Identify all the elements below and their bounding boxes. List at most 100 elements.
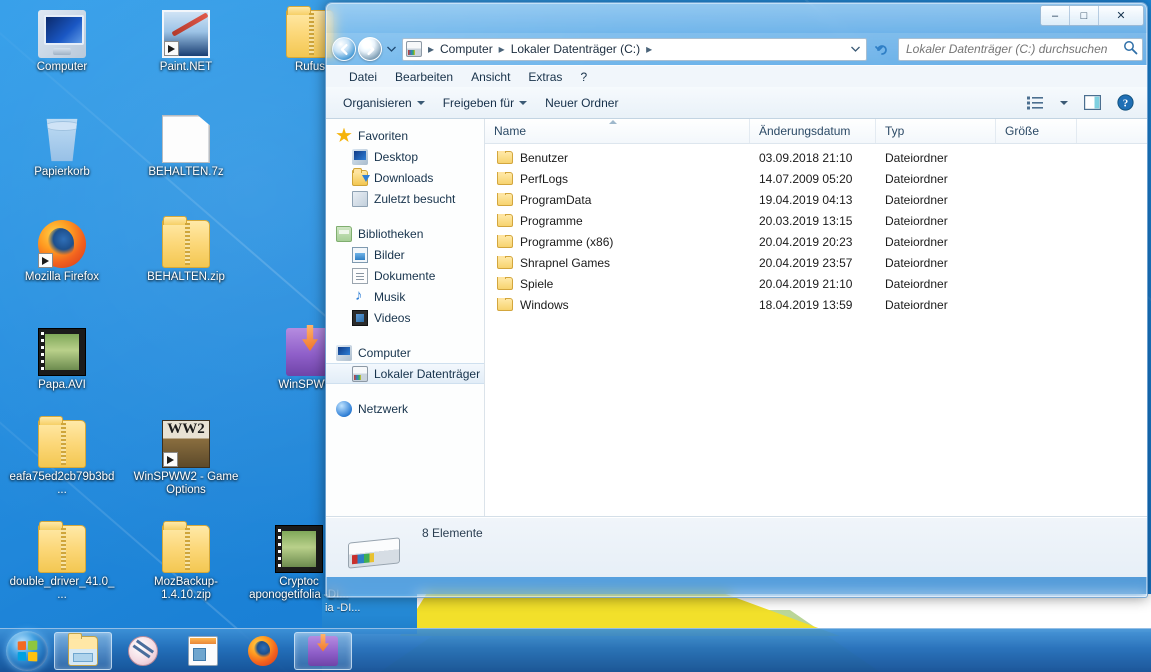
organize-button[interactable]: Organisieren [334, 92, 434, 114]
downloads-icon [352, 170, 368, 186]
sidebar-item-netzwerk[interactable]: Netzwerk [326, 398, 484, 419]
computer-icon [336, 345, 352, 361]
taskbar-snipping-tool[interactable] [114, 632, 172, 670]
explorer-window[interactable]: – □ ✕ ▸ Computer ▸ Lokaler Datenträger (… [325, 2, 1148, 598]
table-row[interactable]: Spiele20.04.2019 21:10Dateiordner [485, 273, 1147, 294]
back-button[interactable] [332, 37, 356, 61]
close-button[interactable]: ✕ [1099, 6, 1143, 25]
desktop-icon-archive-zip[interactable]: eafa75ed2cb79b3bd... [8, 420, 116, 497]
sidebar-item-videos[interactable]: Videos [326, 307, 484, 328]
desktop-icon-archive-zip[interactable]: MozBackup-1.4.10.zip [132, 525, 240, 602]
file-list[interactable]: Benutzer03.09.2018 21:10DateiordnerPerfL… [485, 144, 1147, 516]
taskbar-firefox[interactable] [234, 632, 292, 670]
sidebar-item-musik[interactable]: Musik [326, 286, 484, 307]
address-history-dropdown[interactable] [846, 39, 864, 60]
help-icon[interactable]: ? [1112, 90, 1139, 115]
desktop-icon-recycle-bin[interactable]: Papierkorb [8, 115, 116, 179]
column-header-size[interactable]: Größe [996, 119, 1077, 143]
table-row[interactable]: Shrapnel Games20.04.2019 23:57Dateiordne… [485, 252, 1147, 273]
search-box[interactable] [898, 38, 1143, 61]
file-name-cell: ProgramData [485, 193, 750, 207]
archive-zip-icon [38, 420, 86, 468]
menu-item-[interactable]: ? [571, 68, 596, 86]
desktop-icon-winspww2-game-options[interactable]: WinSPWW2 - Game Options [132, 420, 240, 497]
navigation-pane[interactable]: FavoritenDesktopDownloadsZuletzt besucht… [326, 119, 485, 516]
folder-icon [497, 214, 513, 227]
file-name-cell: Shrapnel Games [485, 256, 750, 270]
recent-pages-dropdown[interactable] [384, 37, 398, 61]
sidebar-item-lokalerdatentrger[interactable]: Lokaler Datenträger [326, 363, 484, 384]
view-mode-icon[interactable] [1022, 92, 1049, 114]
menu-item-bearbeiten[interactable]: Bearbeiten [386, 68, 462, 86]
desktop-icon-label: Computer [8, 61, 116, 74]
chevron-down-icon [417, 101, 425, 105]
desktop-icon-video-avi[interactable]: Papa.AVI [8, 328, 116, 392]
table-row[interactable]: ProgramData19.04.2019 04:13Dateiordner [485, 189, 1147, 210]
search-input[interactable] [906, 42, 1123, 56]
address-bar[interactable]: ▸ Computer ▸ Lokaler Datenträger (C:) ▸ [402, 38, 867, 61]
menu-item-extras[interactable]: Extras [519, 68, 571, 86]
taskbar-explorer[interactable] [54, 632, 112, 670]
desktop-icon-paint-net[interactable]: Paint.NET [132, 10, 240, 74]
folder-icon [497, 256, 513, 269]
taskbar-media[interactable] [174, 632, 232, 670]
column-header-date[interactable]: Änderungsdatum [750, 119, 876, 143]
minimize-button[interactable]: – [1041, 6, 1070, 25]
table-row[interactable]: Programme (x86)20.04.2019 20:23Dateiordn… [485, 231, 1147, 252]
sidebar-item-label: Videos [374, 311, 410, 325]
desktop-icon-archive-zip[interactable]: double_driver_41.0_... [8, 525, 116, 602]
taskbar-winspww2[interactable] [294, 632, 352, 670]
file-date-cell: 20.04.2019 21:10 [750, 277, 876, 291]
firefox-icon [248, 636, 278, 666]
breadcrumb-separator[interactable]: ▸ [495, 40, 509, 59]
column-header-filler[interactable] [1077, 119, 1147, 143]
view-mode-dropdown[interactable] [1055, 97, 1073, 109]
sidebar-item-bibliotheken[interactable]: Bibliotheken [326, 223, 484, 244]
table-row[interactable]: PerfLogs14.07.2009 05:20Dateiordner [485, 168, 1147, 189]
start-button[interactable] [6, 631, 48, 671]
desktop-icon-archive-7z[interactable]: BEHALTEN.7z [132, 115, 240, 179]
sidebar-item-dokumente[interactable]: Dokumente [326, 265, 484, 286]
column-header-name[interactable]: Name [485, 119, 750, 143]
file-type-cell: Dateiordner [876, 151, 996, 165]
sidebar-item-zuletztbesucht[interactable]: Zuletzt besucht [326, 188, 484, 209]
column-header-type[interactable]: Typ [876, 119, 996, 143]
share-with-button[interactable]: Freigeben für [434, 92, 536, 114]
music-icon [352, 289, 368, 305]
desktop-icon-computer[interactable]: Computer [8, 10, 116, 74]
chevron-down-icon [519, 101, 527, 105]
taskbar[interactable] [0, 628, 1151, 672]
new-folder-button[interactable]: Neuer Ordner [536, 92, 627, 114]
folder-icon [497, 235, 513, 248]
sidebar-item-computer[interactable]: Computer [326, 342, 484, 363]
preview-pane-icon[interactable] [1079, 91, 1106, 114]
refresh-button[interactable] [871, 38, 893, 61]
file-name-label: Programme [520, 214, 583, 228]
videos-icon [352, 310, 368, 326]
sidebar-item-label: Bilder [374, 248, 405, 262]
desktop-icon-label: Paint.NET [132, 61, 240, 74]
search-icon[interactable] [1123, 40, 1138, 58]
menu-item-datei[interactable]: Datei [340, 68, 386, 86]
table-row[interactable]: Programme20.03.2019 13:15Dateiordner [485, 210, 1147, 231]
breadcrumb-separator[interactable]: ▸ [642, 40, 656, 59]
breadcrumb-computer[interactable]: Computer [438, 40, 495, 59]
table-row[interactable]: Windows18.04.2019 13:59Dateiordner [485, 294, 1147, 315]
documents-icon [352, 268, 368, 284]
sidebar-item-desktop[interactable]: Desktop [326, 146, 484, 167]
chevron-down-icon [1060, 101, 1068, 105]
menu-item-ansicht[interactable]: Ansicht [462, 68, 519, 86]
window-titlebar[interactable]: – □ ✕ [326, 3, 1147, 33]
maximize-button[interactable]: □ [1070, 6, 1099, 25]
sidebar-item-bilder[interactable]: Bilder [326, 244, 484, 265]
sidebar-item-favoriten[interactable]: Favoriten [326, 125, 484, 146]
desktop-icon-firefox[interactable]: Mozilla Firefox [8, 220, 116, 284]
table-row[interactable]: Benutzer03.09.2018 21:10Dateiordner [485, 147, 1147, 168]
breadcrumb-local-disk[interactable]: Lokaler Datenträger (C:) [509, 40, 642, 59]
desktop-icon-archive-zip[interactable]: BEHALTEN.zip [132, 220, 240, 284]
breadcrumb-separator[interactable]: ▸ [424, 40, 438, 59]
file-date-cell: 20.04.2019 23:57 [750, 256, 876, 270]
forward-button[interactable] [358, 37, 382, 61]
sidebar-item-downloads[interactable]: Downloads [326, 167, 484, 188]
file-pane[interactable]: Name Änderungsdatum Typ Größe Benutzer03… [485, 119, 1147, 516]
